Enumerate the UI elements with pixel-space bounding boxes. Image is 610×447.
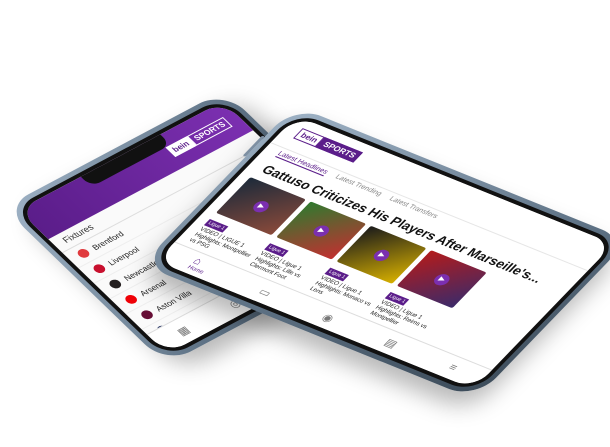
tv-icon[interactable]: ▭ — [256, 285, 275, 299]
logo-part-2: SPORTS — [186, 116, 233, 146]
team-crest — [138, 308, 156, 321]
play-icon[interactable]: ▶ — [250, 199, 272, 215]
team-crest — [180, 348, 197, 354]
menu-icon[interactable]: ≡ — [445, 362, 460, 374]
team-crest — [91, 262, 108, 275]
calendar-icon[interactable]: ▤ — [382, 336, 401, 350]
play-icon[interactable]: ▶ — [310, 223, 333, 239]
stage: bein SPORTS Fixtures Brentford Liverpool N… — [0, 0, 610, 447]
team-crest — [122, 293, 140, 306]
play-icon[interactable]: ▶ — [430, 272, 453, 288]
nav-home[interactable]: ⌂ Home — [185, 256, 213, 276]
grid-icon[interactable]: ▦ — [174, 323, 192, 338]
team-crest — [75, 247, 92, 260]
play-icon[interactable]: ◉ — [319, 311, 338, 324]
play-icon[interactable]: ▶ — [370, 247, 393, 263]
logo-part-2: SPORTS — [315, 137, 364, 163]
team-crest — [107, 278, 124, 291]
